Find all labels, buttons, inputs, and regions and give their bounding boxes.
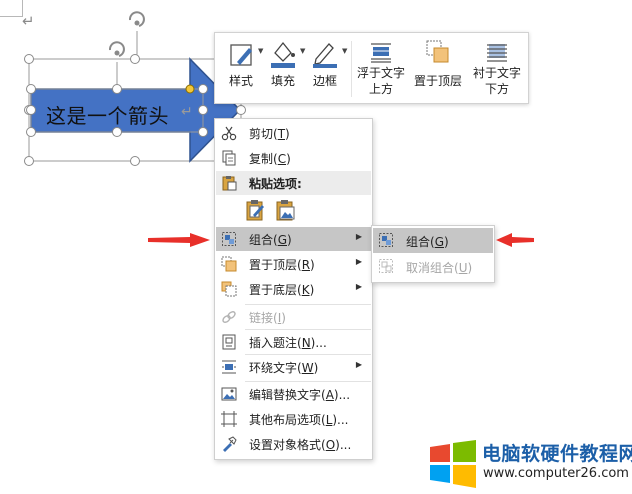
menu-item-copy[interactable]: 复制(C) — [216, 146, 371, 170]
resize-handle[interactable] — [112, 84, 122, 94]
bring-to-front-icon — [426, 40, 449, 63]
submenu-arrow-icon: ▶ — [355, 232, 362, 241]
menu-item-label: 插入题注(N)... — [249, 336, 327, 350]
layout-options-icon — [221, 411, 237, 427]
resize-handle[interactable] — [26, 105, 36, 115]
paste-options-label: 粘贴选项: — [249, 177, 302, 191]
group-icon — [222, 232, 236, 246]
menu-item-label: 组合(G) — [249, 233, 292, 247]
submenu-item-ungroup: 取消组合(U) — [373, 254, 493, 279]
paste-icon — [222, 176, 237, 191]
bring-to-front-button[interactable]: 置于顶层 — [411, 33, 465, 103]
menu-item-send-to-back[interactable]: 置于底层(K) ▶ — [216, 277, 371, 301]
outline-label: 边框 — [312, 74, 337, 88]
fill-button[interactable]: ▼ 填充 — [263, 33, 305, 103]
paste-options-header: 粘贴选项: — [216, 171, 371, 195]
in-front-of-text-label: 浮于文字上方 — [356, 66, 405, 96]
chevron-down-icon: ▼ — [342, 47, 348, 55]
resize-handle[interactable] — [24, 54, 34, 64]
submenu-item-group[interactable]: 组合(G) — [373, 228, 493, 253]
submenu-item-label: 取消组合(U) — [406, 261, 473, 275]
wrap-text-icon — [222, 360, 236, 374]
menu-item-cut[interactable]: 剪切(T) — [216, 121, 371, 145]
submenu-arrow-icon: ▶ — [355, 360, 362, 369]
menu-item-format-object[interactable]: 设置对象格式(O)... — [216, 432, 371, 456]
style-icon — [230, 44, 252, 66]
bring-to-front-icon — [221, 256, 237, 272]
menu-item-label: 置于顶层(R) — [249, 258, 315, 272]
fill-label: 填充 — [270, 74, 295, 88]
behind-text-label: 衬于文字下方 — [472, 66, 521, 96]
menu-item-more-layout-options[interactable]: 其他布局选项(L)... — [216, 407, 371, 431]
send-to-back-icon — [221, 281, 237, 297]
ungroup-icon — [379, 259, 393, 273]
resize-handle[interactable] — [198, 84, 208, 94]
shape-paragraph-mark: ↵ — [181, 104, 193, 120]
in-front-of-text-icon — [371, 43, 391, 63]
submenu-arrow-icon: ▶ — [355, 282, 362, 291]
outline-icon — [313, 43, 337, 68]
caption-icon — [222, 334, 236, 350]
paste-keep-source-icon[interactable] — [245, 199, 267, 223]
alt-text-icon — [221, 387, 237, 401]
menu-item-wrap-text[interactable]: 环绕文字(W) ▶ — [216, 355, 371, 379]
behind-text-icon — [487, 44, 507, 62]
rotate-handle-icon[interactable] — [108, 41, 125, 57]
context-menu: 剪切(T) 复制(C) 粘贴选项: 组合(G) ▶ 置于顶层(R) ▶ 置于底层… — [214, 118, 373, 460]
menu-item-label: 环绕文字(W) — [249, 361, 319, 375]
menu-item-label: 置于底层(K) — [249, 283, 315, 297]
annotation-arrow-icon — [496, 233, 534, 247]
adjust-handle[interactable] — [185, 84, 195, 94]
mini-toolbar: ▼ 样式 ▼ 填充 ▼ 边框 浮于文字上方 置于顶层 衬于文字下方 — [214, 32, 529, 104]
group-icon — [379, 233, 393, 247]
bring-to-front-label: 置于顶层 — [413, 74, 462, 88]
resize-handle[interactable] — [236, 105, 246, 115]
windows-logo-icon — [430, 440, 476, 488]
resize-handle[interactable] — [130, 156, 140, 166]
menu-item-label: 剪切(T) — [249, 127, 290, 141]
in-front-of-text-button[interactable]: 浮于文字上方 — [353, 33, 409, 103]
menu-item-label: 编辑替换文字(A)... — [249, 388, 351, 402]
format-object-icon — [223, 436, 237, 452]
style-button[interactable]: ▼ 样式 — [221, 33, 263, 103]
resize-handle[interactable] — [198, 127, 208, 137]
link-icon — [222, 311, 236, 323]
watermark-url: www.computer26.com — [483, 466, 629, 481]
resize-handle[interactable] — [130, 54, 140, 64]
menu-item-label: 其他布局选项(L)... — [249, 413, 349, 427]
style-label: 样式 — [228, 74, 253, 88]
resize-handle[interactable] — [26, 84, 36, 94]
menu-item-label: 设置对象格式(O)... — [249, 438, 352, 452]
copy-icon — [222, 150, 236, 166]
outline-button[interactable]: ▼ 边框 — [305, 33, 348, 103]
scissors-icon — [221, 126, 237, 141]
resize-handle[interactable] — [24, 156, 34, 166]
group-submenu: 组合(G) 取消组合(U) — [371, 225, 495, 283]
rotate-handle-icon[interactable] — [128, 11, 145, 27]
menu-item-link: 链接(I) — [216, 305, 371, 329]
arrow-shape-text: 这是一个箭头 — [46, 104, 169, 128]
submenu-arrow-icon: ▶ — [355, 257, 362, 266]
behind-text-button[interactable]: 衬于文字下方 — [469, 33, 525, 103]
menu-item-insert-caption[interactable]: 插入题注(N)... — [216, 330, 371, 354]
resize-handle[interactable] — [26, 127, 36, 137]
menu-item-edit-alt-text[interactable]: 编辑替换文字(A)... — [216, 382, 371, 406]
annotation-arrow-icon — [148, 233, 210, 247]
menu-item-label: 复制(C) — [249, 152, 291, 166]
toolbar-divider — [351, 41, 352, 97]
menu-item-label: 链接(I) — [249, 311, 286, 325]
menu-item-group[interactable]: 组合(G) ▶ — [216, 227, 371, 251]
resize-handle[interactable] — [198, 105, 208, 115]
paste-as-picture-icon[interactable] — [275, 199, 297, 223]
submenu-item-label: 组合(G) — [406, 235, 449, 249]
fill-icon — [271, 41, 295, 68]
menu-item-bring-to-front[interactable]: 置于顶层(R) ▶ — [216, 252, 371, 276]
watermark-title: 电脑软硬件教程网 — [482, 443, 632, 465]
